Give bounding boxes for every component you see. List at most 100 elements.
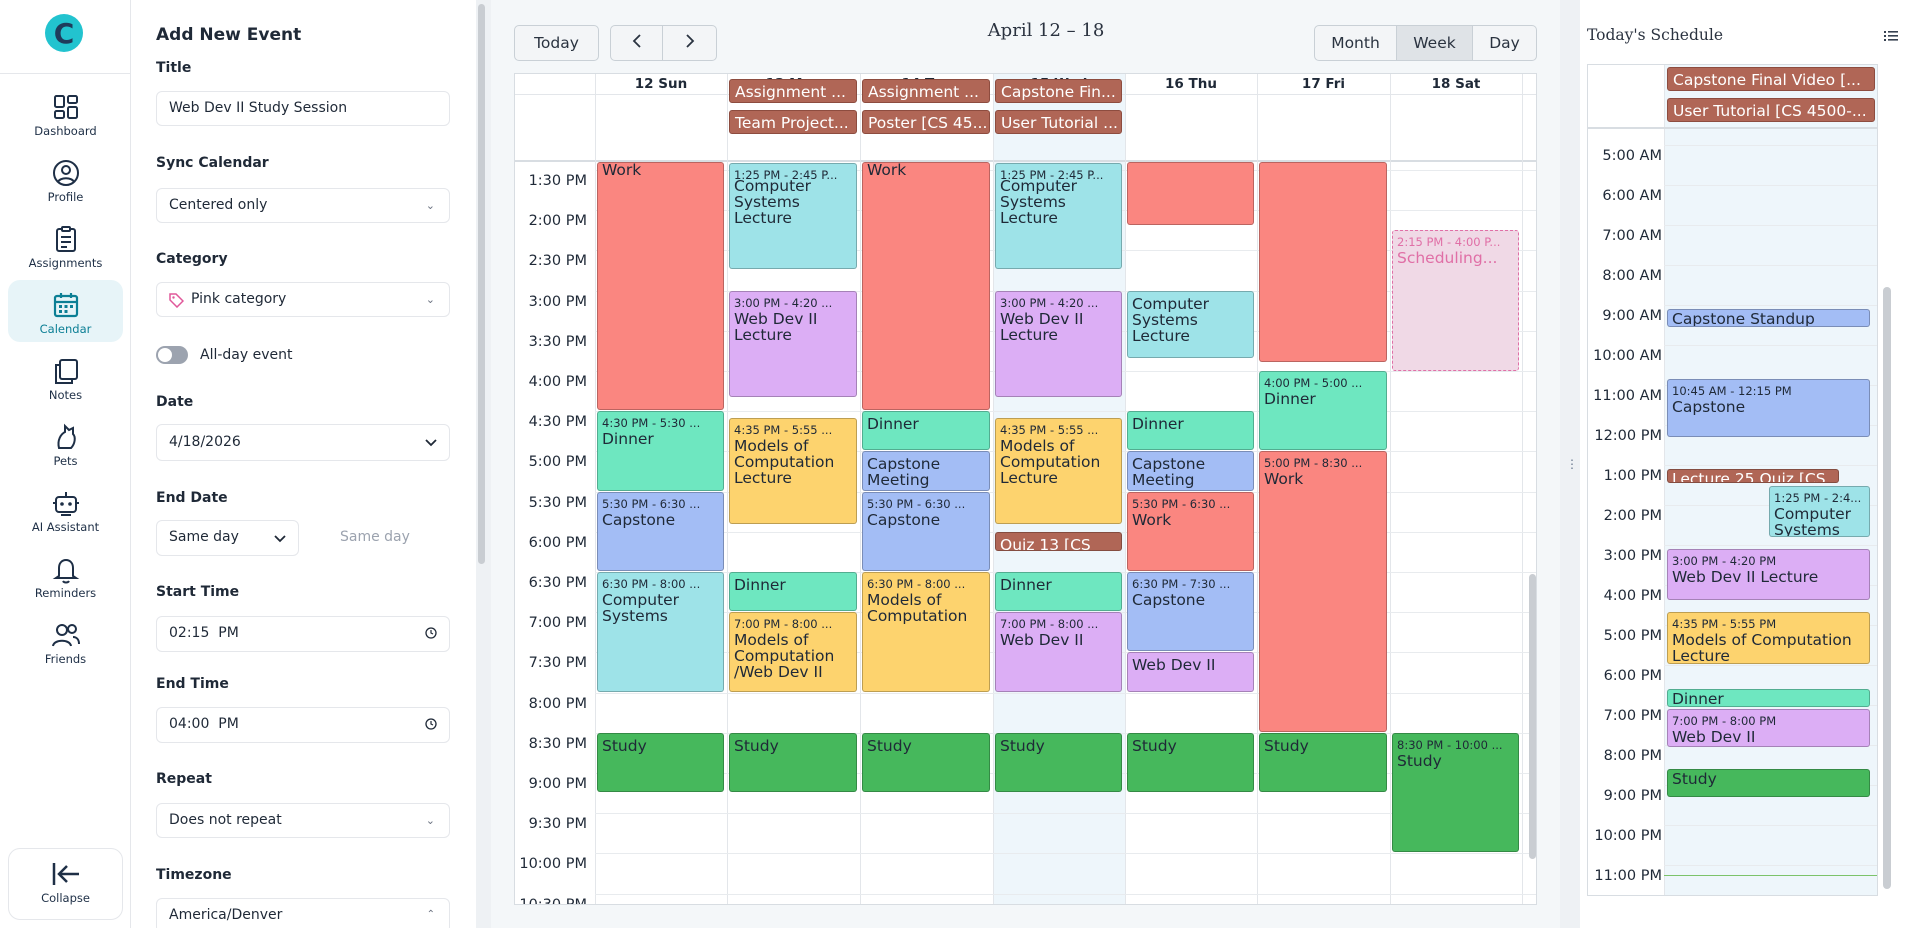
ai-icon [52, 492, 79, 516]
all-day-event[interactable]: Assignment ... [862, 79, 990, 103]
calendar-event[interactable]: Study [1259, 732, 1387, 793]
list-menu-icon[interactable] [1884, 30, 1898, 42]
calendar-event[interactable]: 7:00 PM - 8:00 ... Web Dev II [995, 612, 1122, 692]
calendar-event[interactable]: 3:00 PM - 4:20 ... Web Dev II Lecture [995, 290, 1122, 397]
calendar-event[interactable]: Quiz 13 [CS [995, 531, 1122, 551]
sync-calendar-select[interactable]: Centered only ⌄ [156, 188, 450, 223]
calendar-event[interactable]: 6:30 PM - 8:00 ... Models of Computation [862, 572, 990, 692]
schedule-event[interactable]: Lecture 25 Quiz [CS [1667, 469, 1839, 483]
view-week-button[interactable]: Week [1397, 25, 1473, 61]
schedule-splitter[interactable]: ⋮ [1560, 0, 1580, 928]
calendar-event[interactable]: Capstone Meeting [1127, 451, 1254, 491]
calendar-event[interactable]: Capstone Meeting [862, 451, 990, 491]
category-select[interactable]: Pink category ⌄ [156, 282, 450, 317]
end-date-value: Same day [169, 529, 239, 545]
day-header[interactable]: 17 Fri [1257, 74, 1390, 94]
column-divider [1522, 74, 1523, 904]
calendar-event[interactable]: 6:30 PM - 8:00 ... Computer Systems [597, 572, 724, 692]
repeat-select[interactable]: Does not repeat ⌄ [156, 803, 450, 838]
calendar-event[interactable]: Work [597, 162, 724, 411]
event-time: 4:30 PM - 5:30 ... [602, 416, 701, 431]
calendar-event[interactable]: 3:00 PM - 4:20 ... Web Dev II Lecture [729, 290, 857, 397]
draft-event[interactable]: 2:15 PM - 4:00 P... Scheduling... [1392, 230, 1519, 371]
calendar-event[interactable] [1127, 162, 1254, 226]
calendar-event[interactable]: Study [1127, 732, 1254, 793]
nav-item-profile[interactable]: Profile [8, 148, 123, 210]
nav-item-calendar[interactable]: Calendar [8, 280, 123, 342]
title-input[interactable]: Web Dev II Study Session [156, 91, 450, 126]
schedule-event[interactable]: Study [1667, 769, 1870, 797]
drag-handle-icon[interactable]: ⋮ [1566, 457, 1578, 471]
time-label: 11:00 PM [1594, 868, 1662, 884]
calendar-event[interactable]: Dinner [862, 411, 990, 451]
schedule-event[interactable]: 7:00 PM - 8:00 PM Web Dev II [1667, 709, 1870, 747]
calendar-event[interactable]: Study [597, 732, 724, 793]
nav-item-reminders[interactable]: Reminders [8, 544, 123, 606]
date-select[interactable]: 4/18/2026 [156, 424, 450, 461]
all-day-event[interactable]: Capstone Final Video [... [1667, 67, 1875, 91]
calendar-event[interactable]: Study [862, 732, 990, 793]
calendar-event[interactable]: 5:30 PM - 6:30 ... Capstone [862, 491, 990, 571]
nav-item-assignments[interactable]: Assignments [8, 214, 123, 276]
calendar-event[interactable]: Dinner [995, 572, 1122, 612]
calendar-event[interactable]: 6:30 PM - 7:30 ... Capstone [1127, 572, 1254, 652]
nav-item-notes[interactable]: Notes [8, 346, 123, 408]
schedule-event[interactable]: Capstone Standup [1667, 309, 1870, 327]
today-scrollbar[interactable] [1883, 287, 1891, 889]
calendar-event[interactable]: 1:25 PM - 2:45 P... Computer Systems Lect… [729, 163, 857, 270]
calendar-event[interactable]: 5:30 PM - 6:30 ... Capstone [597, 491, 724, 571]
today-button[interactable]: Today [514, 25, 599, 61]
prev-week-button[interactable] [610, 25, 663, 61]
view-month-button[interactable]: Month [1314, 25, 1397, 61]
next-week-button[interactable] [663, 25, 717, 61]
all-day-event[interactable]: Assignment ... [729, 79, 857, 103]
calendar-event[interactable]: 7:00 PM - 8:00 ... Models of Computation … [729, 612, 857, 692]
schedule-event[interactable]: 10:45 AM - 12:15 PM Capstone [1667, 379, 1870, 437]
timezone-select[interactable]: America/Denver ⌃⌄ [156, 898, 450, 928]
day-header[interactable]: 12 Sun [595, 74, 727, 94]
calendar-event[interactable]: 5:30 PM - 6:30 ... Work [1127, 491, 1254, 571]
start-time-input[interactable]: 02:15 PM [156, 616, 450, 652]
calendar-event[interactable]: Work [862, 162, 990, 411]
calendar-scrollbar[interactable] [1529, 574, 1536, 859]
calendar-event[interactable]: Dinner [729, 572, 857, 612]
schedule-event[interactable]: 3:00 PM - 4:20 PM Web Dev II Lecture [1667, 549, 1870, 601]
all-day-toggle[interactable] [156, 346, 188, 364]
all-day-event[interactable]: Team Project... [729, 110, 857, 134]
all-day-event[interactable]: User Tutorial [CS 4500-... [1667, 98, 1875, 122]
calendar-event[interactable]: 1:25 PM - 2:45 P... Computer Systems Lect… [995, 163, 1122, 270]
collapse-button[interactable]: Collapse [8, 848, 123, 920]
form-splitter[interactable]: ⋮ [476, 0, 498, 928]
all-day-event[interactable]: User Tutorial ... [995, 110, 1122, 134]
app-logo[interactable]: C [45, 14, 83, 52]
calendar-event[interactable]: 4:30 PM - 5:30 ... Dinner [597, 411, 724, 491]
dashboard-icon [53, 95, 78, 119]
all-day-event[interactable]: Capstone Fin... [995, 79, 1122, 103]
calendar-event[interactable]: Dinner [1127, 411, 1254, 451]
calendar-event[interactable]: 8:30 PM - 10:00 ... Study [1392, 732, 1519, 853]
calendar-event[interactable]: Study [729, 732, 857, 793]
calendar-event[interactable]: 4:35 PM - 5:55 ... Models of Computation … [995, 417, 1122, 525]
calendar-event[interactable]: Computer Systems Lecture [1127, 290, 1254, 358]
nav-item-dashboard[interactable]: Dashboard [8, 82, 123, 144]
calendar-event[interactable]: Web Dev II [1127, 652, 1254, 692]
calendar-event[interactable]: Study [995, 732, 1122, 793]
calendar-event[interactable]: 4:35 PM - 5:55 ... Models of Computation … [729, 417, 857, 525]
calendar-event[interactable] [1259, 162, 1387, 362]
form-scrollbar[interactable] [478, 4, 485, 564]
calendar-event[interactable]: 5:00 PM - 8:30 ... Work [1259, 451, 1387, 732]
nav-item-ai[interactable]: AI Assistant [8, 478, 123, 540]
view-day-button[interactable]: Day [1473, 25, 1537, 61]
all-day-event[interactable]: Poster [CS 45... [862, 110, 990, 134]
schedule-event[interactable]: 4:35 PM - 5:55 PM Models of Computation L… [1667, 612, 1870, 664]
nav-item-pets[interactable]: Pets [8, 412, 123, 474]
schedule-event[interactable]: 1:25 PM - 2:4... Computer Systems [1769, 485, 1870, 537]
end-time-input[interactable]: 04:00 PM [156, 707, 450, 743]
end-date-select[interactable]: Same day [156, 520, 299, 556]
day-header[interactable]: 16 Thu [1125, 74, 1257, 94]
calendar-event[interactable]: 4:00 PM - 5:00 ... Dinner [1259, 371, 1387, 451]
day-header[interactable]: 18 Sat [1390, 74, 1522, 94]
time-label: 2:00 PM [528, 213, 587, 230]
nav-item-friends[interactable]: Friends [8, 610, 123, 672]
schedule-event[interactable]: Dinner [1667, 689, 1870, 707]
